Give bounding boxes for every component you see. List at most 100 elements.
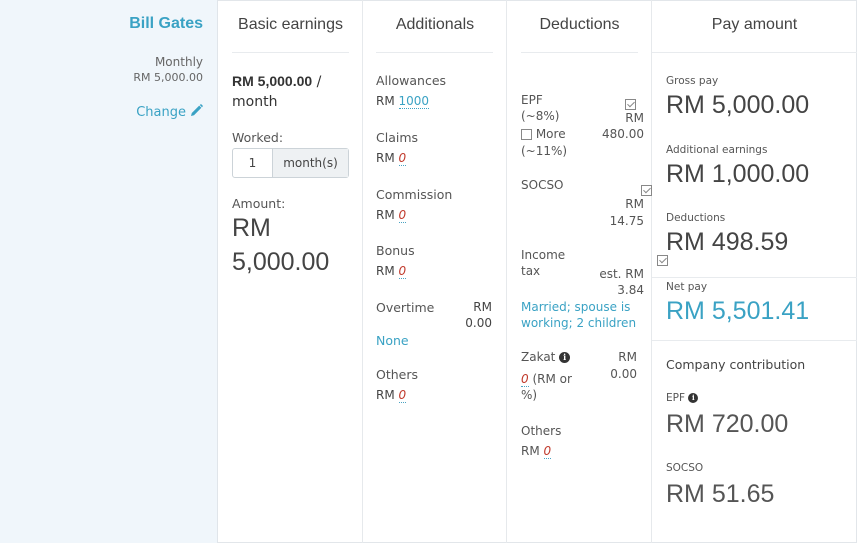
- deduction-others-label: Others: [521, 424, 562, 438]
- worked-unit: month(s): [273, 149, 348, 177]
- bonus-label: Bonus: [376, 243, 415, 258]
- additionals-column: Additionals Allowances RM 1000 Claims RM…: [363, 0, 507, 543]
- divider: [232, 52, 349, 53]
- overtime-currency: RM: [473, 300, 492, 314]
- net-pay-value: RM 5,501.41: [666, 297, 810, 325]
- zakat-suffix-2: %): [521, 388, 538, 402]
- employee-name[interactable]: Bill Gates: [129, 15, 203, 33]
- income-tax-note-link-2[interactable]: working; 2 children: [521, 315, 636, 331]
- bonus-input[interactable]: 0: [398, 264, 407, 279]
- income-tax-est: est. RM: [599, 267, 644, 281]
- additional-earnings-value: RM 1,000.00: [666, 160, 810, 188]
- zakat-suffix: (RM or: [528, 372, 572, 386]
- divider: [521, 52, 638, 53]
- amount-value: 5,000.00: [232, 248, 330, 276]
- income-tax-value: 3.84: [617, 283, 644, 297]
- income-tax-label: Income: [521, 248, 566, 262]
- epf-rate: (~8%): [521, 109, 560, 123]
- deduction-others-field: RM 0: [521, 443, 552, 459]
- currency: RM: [376, 264, 395, 278]
- commission-input[interactable]: 0: [398, 208, 407, 223]
- info-icon[interactable]: i: [559, 352, 571, 363]
- socso-currency: RM: [625, 197, 644, 211]
- amount-label: Amount:: [232, 196, 286, 211]
- others-label: Others: [376, 367, 419, 382]
- employer-socso-label: SOCSO: [666, 462, 704, 474]
- change-link[interactable]: Change: [136, 104, 203, 121]
- commission-label: Commission: [376, 187, 453, 202]
- gross-pay-value: RM 5,000.00: [666, 91, 810, 119]
- employee-salary: RM 5,000.00: [133, 71, 203, 84]
- income-tax-label-2: tax: [521, 264, 541, 278]
- allowances-field: RM 1000: [376, 94, 430, 109]
- zakat-label: Zakat i: [521, 349, 571, 365]
- allowances-label: Allowances: [376, 73, 447, 88]
- claims-input[interactable]: 0: [398, 151, 407, 166]
- zakat-value: 0.00: [610, 367, 637, 381]
- company-contribution-label: Company contribution: [666, 357, 806, 372]
- employer-epf-label-text: EPF: [666, 392, 686, 404]
- income-tax-note-link[interactable]: Married; spouse is: [521, 299, 630, 315]
- overtime-none-link[interactable]: None: [376, 333, 409, 348]
- commission-field: RM 0: [376, 208, 407, 223]
- rate-suffix: /: [312, 74, 322, 90]
- basic-rate-per: month: [232, 94, 278, 110]
- overtime-value: 0.00: [465, 316, 492, 330]
- claims-field: RM 0: [376, 151, 407, 166]
- divider: [652, 52, 857, 53]
- currency: RM: [521, 444, 540, 458]
- employer-epf-label: EPF i: [666, 392, 699, 404]
- divider: [652, 277, 857, 278]
- deductions-column: Deductions EPF (~8%) RM 480.00 More (~11…: [507, 0, 669, 543]
- divider: [376, 52, 493, 53]
- others-field: RM 0: [376, 388, 407, 403]
- zakat-label-text: Zakat: [521, 350, 556, 364]
- currency: RM: [376, 94, 395, 108]
- net-pay-label: Net pay: [666, 281, 708, 293]
- socso-label: SOCSO: [521, 178, 564, 192]
- basic-rate-value: RM 5,000.00: [232, 73, 313, 89]
- deductions-total-value: RM 498.59: [666, 228, 789, 256]
- worked-label: Worked:: [232, 130, 284, 145]
- worked-input[interactable]: 1: [233, 149, 273, 177]
- deductions-total-label: Deductions: [666, 212, 726, 224]
- deduction-others-input[interactable]: 0: [543, 444, 552, 459]
- additionals-header: Additionals: [395, 16, 475, 33]
- gross-pay-label: Gross pay: [666, 75, 719, 87]
- employee-panel: Bill Gates Monthly RM 5,000.00 Change: [0, 0, 218, 543]
- change-label[interactable]: Change: [136, 105, 186, 120]
- more-checkbox[interactable]: [521, 129, 532, 140]
- socso-value: 14.75: [609, 214, 644, 228]
- socso-checkbox[interactable]: [641, 185, 653, 196]
- pencil-icon: [190, 104, 203, 121]
- additional-earnings-label: Additional earnings: [666, 144, 768, 156]
- zakat-input[interactable]: 0: [521, 372, 529, 387]
- epf-checkbox[interactable]: [625, 99, 636, 110]
- basic-rate: RM 5,000.00 /: [232, 73, 321, 90]
- allowances-input[interactable]: 1000: [398, 94, 430, 109]
- overtime-label: Overtime: [376, 300, 435, 315]
- more-rate: (~11%): [521, 144, 568, 158]
- currency: RM: [376, 208, 395, 222]
- info-icon[interactable]: i: [688, 393, 699, 403]
- bonus-field: RM 0: [376, 264, 407, 279]
- more-option[interactable]: More: [521, 126, 566, 142]
- epf-currency: RM: [625, 111, 644, 125]
- others-input[interactable]: 0: [398, 388, 407, 403]
- zakat-currency: RM: [618, 350, 637, 364]
- pay-period: Monthly: [154, 55, 203, 69]
- zakat-field: 0 (RM or: [521, 371, 572, 387]
- basic-earnings-column: Basic earnings RM 5,000.00 / month Worke…: [218, 0, 363, 543]
- amount-currency: RM: [232, 214, 271, 242]
- worked-stepper[interactable]: 1 month(s): [232, 148, 349, 178]
- epf-value: 480.00: [602, 127, 644, 141]
- employer-socso-value: RM 51.65: [666, 480, 775, 508]
- divider: [652, 340, 857, 341]
- currency: RM: [376, 151, 395, 165]
- deductions-header: Deductions: [539, 16, 620, 33]
- currency: RM: [376, 388, 395, 402]
- pay-amount-column: Pay amount Gross pay RM 5,000.00 Additio…: [652, 0, 857, 543]
- more-label: More: [535, 127, 566, 141]
- claims-label: Claims: [376, 130, 419, 145]
- basic-earnings-header: Basic earnings: [238, 16, 343, 33]
